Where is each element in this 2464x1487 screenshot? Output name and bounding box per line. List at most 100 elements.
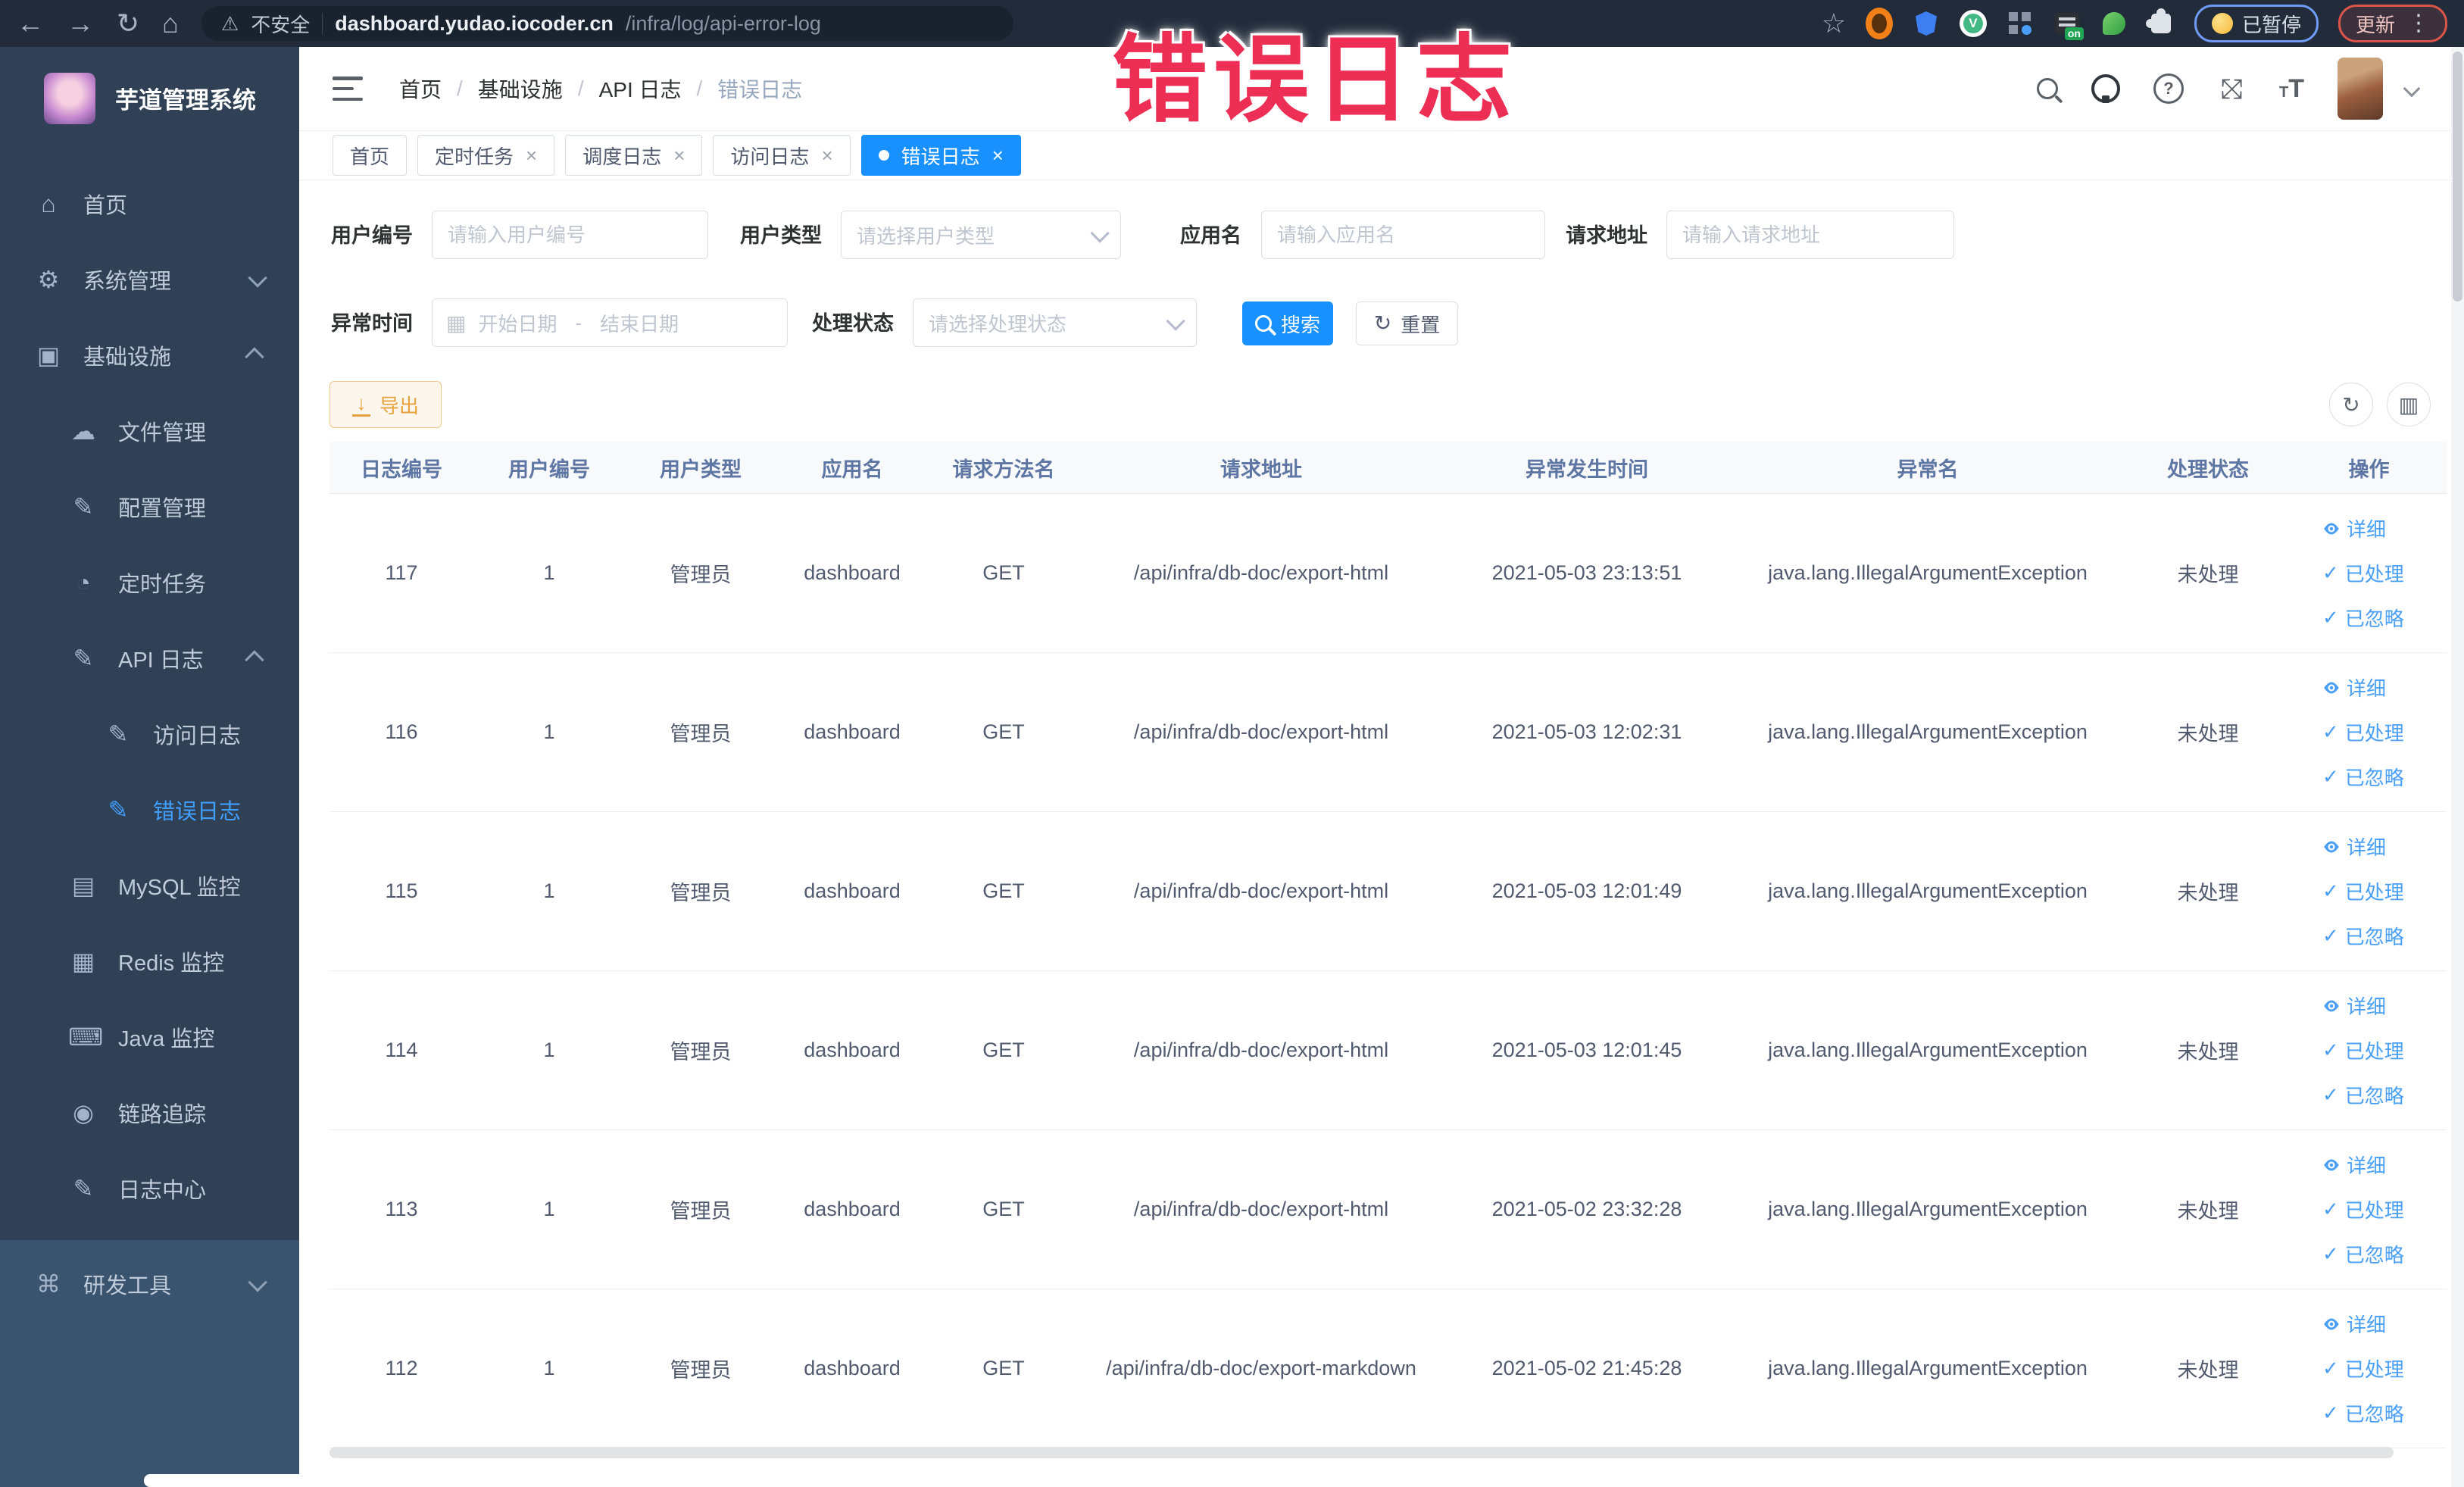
close-tab-icon[interactable]: ×: [526, 145, 537, 165]
tab-定时任务[interactable]: 定时任务 ×: [417, 135, 555, 176]
shield-extension-icon[interactable]: [1913, 10, 1940, 37]
help-icon[interactable]: ?: [2153, 73, 2184, 104]
ignored-link[interactable]: ✓ 已忽略: [2322, 763, 2404, 791]
close-tab-icon[interactable]: ×: [992, 145, 1004, 165]
search-icon[interactable]: [2037, 78, 2058, 99]
sidebar-item-job[interactable]: ◔ 定时任务: [0, 545, 299, 620]
vue-devtools-icon[interactable]: V: [1959, 10, 1987, 37]
cell-time: 2021-05-03 12:01:45: [1443, 970, 1731, 1130]
tab-调度日志[interactable]: 调度日志 ×: [565, 135, 703, 176]
close-tab-icon[interactable]: ×: [673, 145, 685, 165]
app-name-input[interactable]: [1261, 211, 1545, 259]
sidebar-item-api-log[interactable]: ✎ API 日志: [0, 620, 299, 696]
sidebar-item-file[interactable]: ☁ 文件管理: [0, 393, 299, 469]
refresh-icon: ↻: [2342, 392, 2360, 417]
action-label: 详细: [2347, 518, 2387, 541]
font-size-icon[interactable]: TT: [2279, 74, 2304, 104]
reset-button[interactable]: ↻ 重置: [1356, 301, 1458, 345]
cell-exception: java.lang.IllegalArgumentException: [1731, 493, 2125, 653]
bookmark-star-icon[interactable]: ☆: [1822, 10, 1846, 37]
github-icon[interactable]: [2091, 74, 2120, 103]
sidebar-item-system[interactable]: ⚙ 系统管理: [0, 242, 299, 317]
detail-link[interactable]: 详细: [2322, 833, 2386, 861]
breadcrumb: 首页 / 基础设施 / API 日志 / 错误日志: [399, 73, 802, 104]
user-id-input[interactable]: [432, 211, 708, 259]
detail-link[interactable]: 详细: [2322, 1310, 2386, 1338]
processed-link[interactable]: ✓ 已处理: [2322, 559, 2404, 587]
process-status-placeholder: 请选择处理状态: [929, 312, 1067, 336]
detail-link[interactable]: 详细: [2322, 992, 2386, 1020]
sidebar-light-section: ⌘ 研发工具: [0, 1240, 299, 1487]
process-status-select[interactable]: 请选择处理状态: [913, 298, 1197, 347]
sidebar-item-log-center[interactable]: ✎ 日志中心: [0, 1151, 299, 1226]
fullscreen-icon[interactable]: ⤢ ⤡: [2217, 74, 2246, 103]
puzzle-extensions-icon[interactable]: [2145, 8, 2175, 37]
exception-time-range-picker[interactable]: ▦ 开始日期 - 结束日期: [432, 298, 788, 347]
refresh-table-button[interactable]: ↻: [2329, 383, 2373, 426]
export-button[interactable]: ↓ 导出: [329, 381, 442, 428]
dropdown-caret-icon[interactable]: [2403, 80, 2421, 98]
sidebar-item-config[interactable]: ✎ 配置管理: [0, 469, 299, 545]
sidebar-item-redis[interactable]: ▦ Redis 监控: [0, 923, 299, 999]
leaf-extension-icon[interactable]: [2100, 10, 2128, 37]
vertical-scrollbar[interactable]: [2451, 47, 2464, 1487]
sidebar-item-dev-tools[interactable]: ⌘ 研发工具: [0, 1246, 299, 1322]
avatar[interactable]: [2338, 58, 2383, 120]
back-icon[interactable]: ←: [17, 10, 44, 37]
detail-link[interactable]: 详细: [2322, 1151, 2386, 1179]
sidebar-item-home[interactable]: ⌂ 首页: [0, 166, 299, 242]
processed-link[interactable]: ✓ 已处理: [2322, 718, 2404, 746]
breadcrumb-item-3: 错误日志: [717, 78, 803, 102]
request-url-input[interactable]: [1666, 211, 1954, 259]
detail-link[interactable]: 详细: [2322, 514, 2386, 542]
tab-label: 调度日志: [582, 145, 662, 168]
forward-icon[interactable]: →: [67, 10, 94, 37]
sidebar-item-trace[interactable]: ◉ 链路追踪: [0, 1075, 299, 1151]
page-horizontal-scrollbar-thumb[interactable]: [144, 1474, 750, 1487]
gear-icon: ⚙: [37, 266, 60, 293]
ignored-link[interactable]: ✓ 已忽略: [2322, 604, 2404, 632]
processed-link[interactable]: ✓ 已处理: [2322, 877, 2404, 905]
tab-错误日志[interactable]: 错误日志 ×: [860, 135, 1021, 176]
on-switch-extension-icon[interactable]: on: [2053, 10, 2084, 40]
sidebar-item-access-log[interactable]: ✎ 访问日志: [0, 696, 299, 772]
cell-exception: java.lang.IllegalArgumentException: [1731, 1129, 2125, 1289]
detail-link[interactable]: 详细: [2322, 673, 2386, 701]
tab-访问日志[interactable]: 访问日志 ×: [713, 135, 851, 176]
grid-extension-icon[interactable]: [2006, 10, 2034, 37]
breadcrumb-item-1[interactable]: 基础设施: [478, 73, 563, 104]
tab-首页[interactable]: 首页: [333, 135, 408, 176]
end-date-placeholder: 结束日期: [600, 312, 679, 336]
processed-link[interactable]: ✓ 已处理: [2322, 1036, 2404, 1064]
sidebar-item-java[interactable]: ⌨ Java 监控: [0, 999, 299, 1075]
logo-row[interactable]: 芋道管理系统: [0, 47, 299, 149]
kebab-menu-icon[interactable]: ⋮: [2407, 12, 2430, 35]
user-type-select[interactable]: 请选择用户类型: [841, 211, 1121, 259]
column-settings-button[interactable]: ▥: [2387, 383, 2431, 426]
action-label: 已处理: [2344, 1358, 2404, 1381]
sidebar: 芋道管理系统 ⌂ 首页 ⚙ 系统管理 ▣ 基础设施 ☁ 文件管理 ✎ 配置管理 ◔ 定时任务 ✎ API …: [0, 47, 750, 1487]
sidebar-item-error-log[interactable]: ✎ 错误日志: [0, 772, 299, 848]
breadcrumb-item-2[interactable]: API 日志: [599, 73, 682, 104]
ignored-link[interactable]: ✓ 已忽略: [2322, 1081, 2404, 1109]
orange-extension-icon[interactable]: [1865, 8, 1893, 39]
sidebar-item-mysql[interactable]: ▤ MySQL 监控: [0, 848, 299, 923]
ignored-link[interactable]: ✓ 已忽略: [2322, 1399, 2404, 1427]
table-horizontal-scrollbar[interactable]: [329, 1447, 2394, 1458]
vertical-scrollbar-thumb[interactable]: [2453, 52, 2462, 301]
processed-link[interactable]: ✓ 已处理: [2322, 1195, 2404, 1223]
close-tab-icon[interactable]: ×: [821, 145, 832, 165]
reload-icon[interactable]: ↻: [117, 10, 139, 37]
ignored-link[interactable]: ✓ 已忽略: [2322, 1240, 2404, 1268]
collapse-sidebar-icon[interactable]: [333, 77, 363, 101]
sidebar-item-infra[interactable]: ▣ 基础设施: [0, 317, 299, 393]
ignored-link[interactable]: ✓ 已忽略: [2322, 922, 2404, 950]
address-bar[interactable]: ⚠ 不安全 dashboard.yudao.iocoder.cn /infra/…: [201, 6, 1013, 41]
processed-link[interactable]: ✓ 已处理: [2322, 1354, 2404, 1382]
search-button[interactable]: 搜索: [1242, 301, 1333, 345]
profile-paused-badge[interactable]: 已暂停: [2194, 5, 2319, 42]
eye-icon: [2324, 1318, 2339, 1329]
home-icon[interactable]: ⌂: [162, 10, 179, 37]
chrome-update-button[interactable]: 更新 ⋮: [2338, 5, 2447, 42]
breadcrumb-item-0[interactable]: 首页: [399, 73, 442, 104]
